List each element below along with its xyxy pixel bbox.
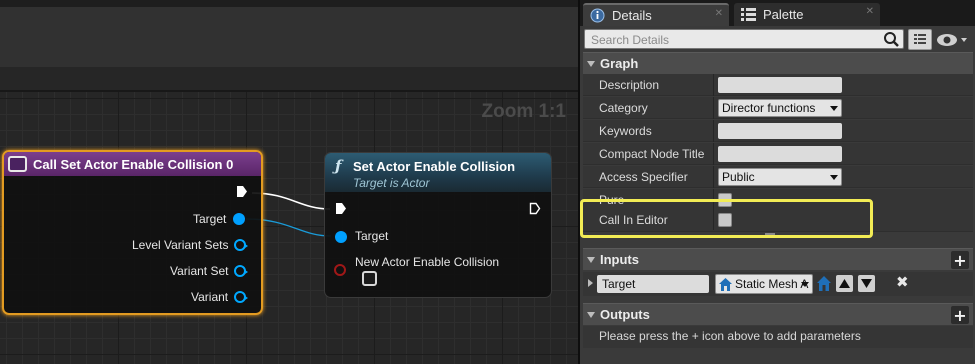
event-box-icon: [8, 156, 27, 172]
details-body: Search Details Graph Description Categor: [580, 26, 975, 364]
search-icon[interactable]: [883, 31, 900, 48]
prop-row-category: Category Director functions: [583, 97, 973, 119]
inputs-section-header[interactable]: Inputs +: [583, 248, 973, 270]
visibility-eye-icon[interactable]: [936, 31, 970, 49]
call-pin-variant-label: Variant: [191, 290, 229, 304]
set-target-pin-icon[interactable]: [335, 231, 347, 243]
set-node-title: Set Actor Enable Collision: [353, 158, 516, 174]
input-param-row: Target Static Mesh A ✖: [583, 272, 973, 296]
collapse-arrow-icon: [587, 256, 595, 263]
call-pin-level-variant-sets-label: Level Variant Sets: [132, 238, 229, 252]
call-exec-out-pin-icon[interactable]: [236, 185, 248, 198]
tab-details[interactable]: Details ✕: [583, 3, 729, 26]
category-combo[interactable]: Director functions: [718, 99, 842, 117]
variant-set-pin-icon[interactable]: [234, 265, 248, 277]
collision-checkbox[interactable]: [362, 271, 377, 286]
category-value: Director functions: [722, 101, 816, 115]
search-row: Search Details: [584, 29, 973, 51]
set-exec-out-pin-icon[interactable]: [529, 202, 541, 215]
level-variant-sets-pin-icon[interactable]: [234, 239, 248, 251]
prop-row-access-specifier: Access Specifier Public: [583, 166, 973, 188]
tab-palette[interactable]: Palette ✕: [734, 3, 880, 26]
zoom-label: Zoom 1:1: [481, 101, 566, 122]
panel-tab-bar: Details ✕ Palette ✕: [580, 0, 975, 26]
arrow-up-icon: [839, 279, 850, 288]
prop-row-description: Description: [583, 74, 973, 96]
grid-view-icon: [914, 34, 926, 44]
call-target-pin-icon[interactable]: [233, 213, 245, 225]
collapse-arrow-icon: [587, 60, 595, 67]
keywords-label: Keywords: [599, 124, 652, 138]
description-label: Description: [599, 78, 660, 92]
call-node-header[interactable]: Call Set Actor Enable Collision 0: [4, 152, 261, 176]
graph-top-strip: [0, 0, 578, 7]
description-field[interactable]: [718, 77, 842, 93]
category-label: Category: [599, 101, 648, 115]
chevron-down-icon: [830, 106, 838, 111]
compact-node-title-label: Compact Node Title: [599, 147, 705, 161]
set-node-subtitle: Target is Actor: [353, 176, 430, 190]
input-type-value: Static Mesh A: [735, 277, 809, 291]
tab-close-icon[interactable]: ✕: [715, 8, 723, 19]
tab-close-icon[interactable]: ✕: [866, 6, 874, 17]
outputs-info-text: Please press the + icon above to add par…: [599, 329, 861, 343]
set-exec-in-pin-icon[interactable]: [335, 202, 347, 215]
details-info-icon: [589, 8, 605, 24]
tab-details-label: Details: [612, 8, 652, 23]
graph-toolbar-band: [0, 7, 578, 67]
tab-palette-label: Palette: [763, 7, 804, 22]
access-specifier-value: Public: [722, 170, 755, 184]
call-pin-variant-set-label: Variant Set: [170, 264, 229, 278]
column-divider: [713, 143, 714, 165]
add-input-button[interactable]: +: [951, 251, 969, 270]
input-name-field[interactable]: Target: [597, 275, 709, 293]
add-output-button[interactable]: +: [951, 306, 969, 325]
set-actor-enable-collision-node[interactable]: ƒ Set Actor Enable Collision Target is A…: [324, 152, 552, 298]
blueprint-graph[interactable]: Zoom 1:1 Call Set Actor Enable Collision…: [0, 0, 578, 364]
column-divider: [713, 74, 714, 96]
input-type-combo[interactable]: Static Mesh A: [715, 274, 813, 294]
chevron-down-icon: [830, 175, 838, 180]
prop-row-compact-node-title: Compact Node Title: [583, 143, 973, 165]
graph-section-header[interactable]: Graph: [583, 52, 973, 74]
collision-bool-pin-icon[interactable]: [334, 264, 346, 276]
set-pin-collision-label: New Actor Enable Collision: [355, 255, 500, 269]
function-icon: ƒ: [335, 157, 342, 175]
keywords-field[interactable]: [718, 123, 842, 139]
remove-input-icon[interactable]: ✖: [896, 273, 909, 291]
details-panel: Details ✕ Palette ✕ Search Details Graph…: [578, 0, 975, 364]
move-up-button[interactable]: [836, 275, 853, 292]
move-down-button[interactable]: [858, 275, 875, 292]
access-specifier-label: Access Specifier: [599, 170, 688, 184]
call-node-title: Call Set Actor Enable Collision 0: [33, 156, 234, 172]
column-divider: [713, 166, 714, 188]
highlight-box: [580, 199, 873, 238]
column-divider: [713, 97, 714, 119]
graph-section-title: Graph: [600, 56, 639, 71]
chevron-down-icon: [801, 282, 809, 287]
expand-arrow-icon[interactable]: [588, 279, 593, 287]
arrow-down-icon: [861, 279, 872, 288]
access-specifier-combo[interactable]: Public: [718, 168, 842, 186]
call-pin-target-label: Target: [193, 212, 227, 226]
collapse-arrow-icon: [587, 311, 595, 318]
set-node-header[interactable]: ƒ Set Actor Enable Collision Target is A…: [325, 153, 551, 192]
inputs-section-title: Inputs: [600, 252, 639, 267]
search-placeholder: Search Details: [591, 33, 670, 47]
variant-pin-icon[interactable]: [234, 291, 248, 303]
outputs-section-header[interactable]: Outputs +: [583, 303, 973, 325]
view-options-button[interactable]: [908, 29, 932, 50]
search-input[interactable]: Search Details: [584, 29, 904, 49]
prop-row-keywords: Keywords: [583, 120, 973, 142]
editor-root: Zoom 1:1 Call Set Actor Enable Collision…: [0, 0, 975, 364]
object-reference-icon: [719, 278, 732, 291]
container-type-icon[interactable]: [816, 275, 832, 292]
column-divider: [713, 120, 714, 142]
set-pin-target-label: Target: [355, 229, 389, 243]
outputs-section-title: Outputs: [600, 307, 650, 322]
palette-list-icon: [740, 7, 756, 23]
compact-node-title-field[interactable]: [718, 146, 842, 162]
